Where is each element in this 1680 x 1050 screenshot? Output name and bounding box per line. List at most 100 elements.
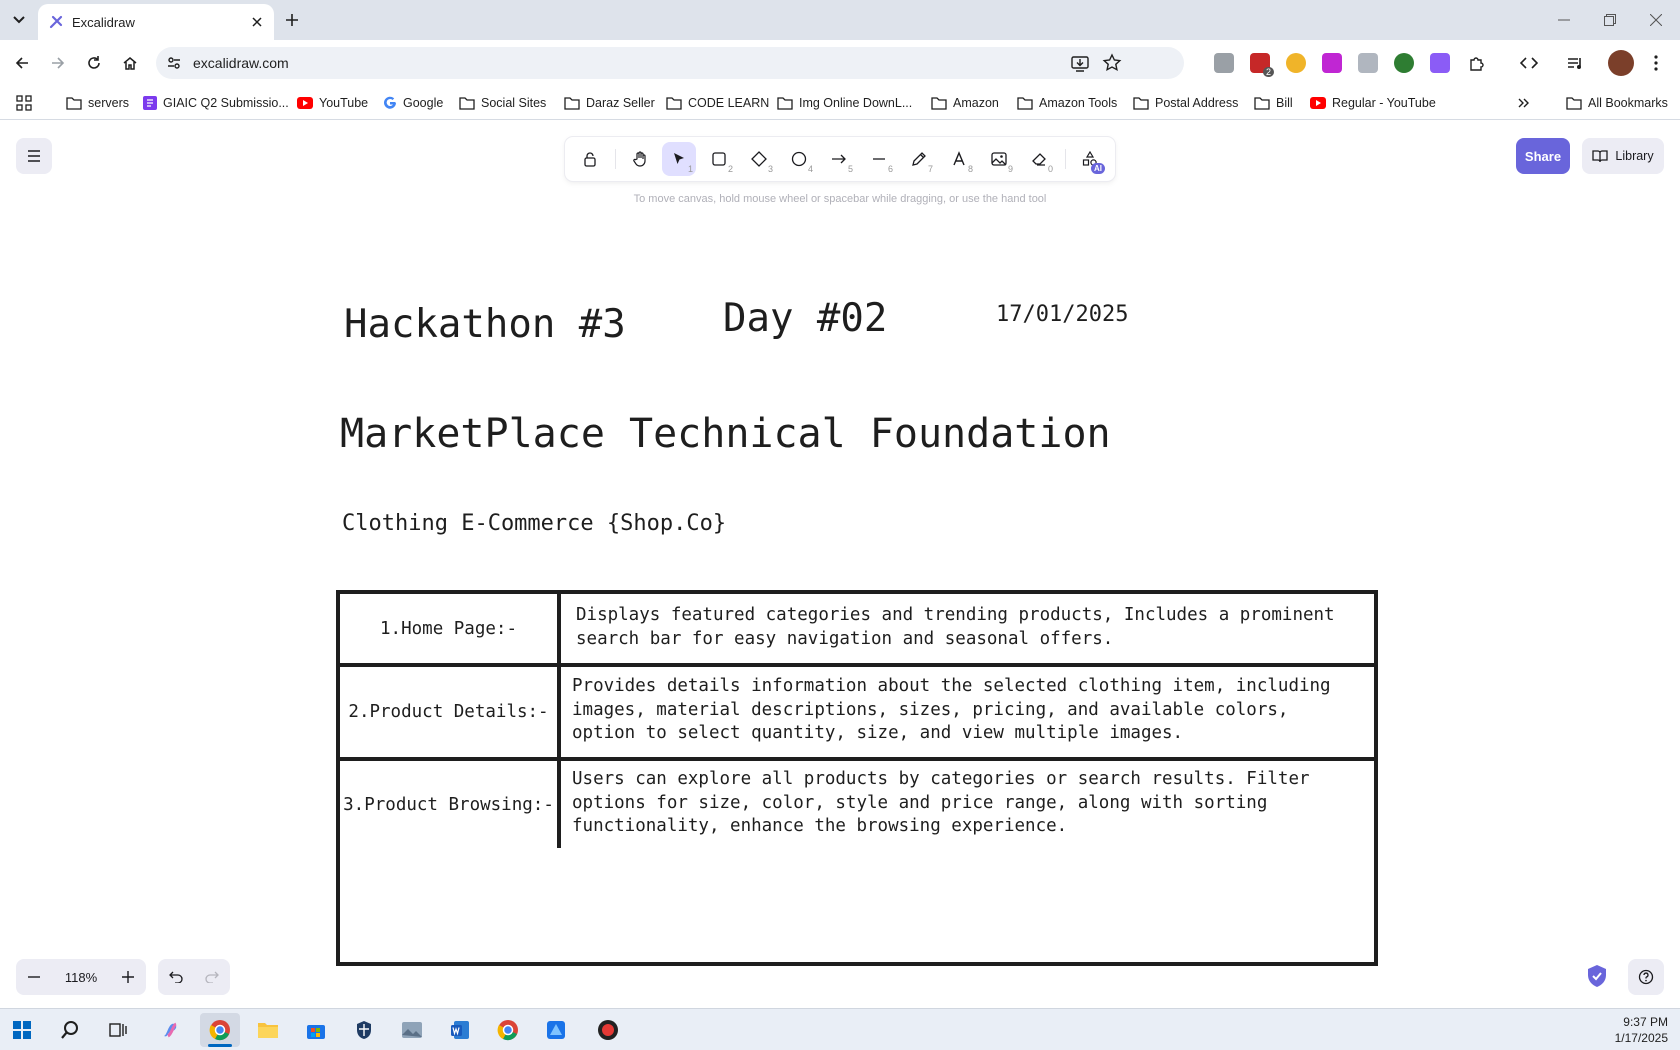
help-button[interactable]: [1628, 959, 1664, 995]
hand-tool-icon[interactable]: [623, 142, 657, 176]
bookmark-daraz-seller[interactable]: Daraz Seller: [564, 92, 655, 114]
url-text: excalidraw.com: [193, 55, 289, 71]
table-row[interactable]: 3.Product Browsing:- Users can explore a…: [340, 761, 1374, 848]
restore-icon[interactable]: [1600, 10, 1620, 30]
active-tab[interactable]: Excalidraw: [38, 4, 274, 40]
bookmark-star-icon[interactable]: [1102, 53, 1122, 73]
extension-globe-icon[interactable]: [1394, 53, 1414, 73]
canvas-hint: To move canvas, hold mouse wheel or spac…: [633, 193, 1047, 205]
zoom-out-icon[interactable]: [16, 959, 52, 995]
eraser-tool-icon[interactable]: 0: [1022, 142, 1056, 176]
bookmark-servers[interactable]: servers: [66, 92, 129, 114]
image-tool-icon[interactable]: 9: [982, 142, 1016, 176]
bookmark-amazon[interactable]: Amazon: [931, 92, 999, 114]
bookmark-social-sites[interactable]: Social Sites: [459, 92, 546, 114]
day-text[interactable]: Day #02: [723, 296, 887, 341]
extension-shield-icon[interactable]: 2: [1250, 53, 1274, 77]
extension-lock-icon[interactable]: [1286, 53, 1306, 73]
bookmark-regular-youtube[interactable]: Regular - YouTube: [1310, 92, 1436, 114]
site-settings-icon[interactable]: [166, 55, 182, 71]
file-explorer-icon[interactable]: [248, 1013, 288, 1047]
bookmark-youtube[interactable]: YouTube: [297, 92, 368, 114]
extension-download-icon[interactable]: [1322, 53, 1342, 73]
hackathon-text[interactable]: Hackathon #3: [344, 302, 626, 347]
home-icon[interactable]: [117, 50, 143, 76]
copilot-icon[interactable]: [150, 1013, 190, 1047]
table-row[interactable]: 2.Product Details:- Provides details inf…: [340, 667, 1374, 757]
chrome-taskbar-icon[interactable]: [200, 1013, 240, 1047]
media-queue-icon[interactable]: [1562, 50, 1588, 76]
forward-icon[interactable]: [45, 50, 71, 76]
ai-badge: AI: [1091, 163, 1105, 174]
folder-icon: [931, 96, 947, 110]
install-app-icon[interactable]: [1070, 53, 1090, 73]
extension-1-icon[interactable]: [1214, 53, 1234, 73]
more-bookmarks-icon[interactable]: [1518, 92, 1530, 114]
screen-recorder-icon[interactable]: [588, 1013, 628, 1047]
all-bookmarks[interactable]: All Bookmarks: [1566, 92, 1668, 114]
search-icon[interactable]: [50, 1013, 90, 1047]
bookmark-giaic[interactable]: GIAIC Q2 Submissio...: [143, 92, 289, 114]
folder-icon: [1017, 96, 1033, 110]
bookmark-amazon-tools[interactable]: Amazon Tools: [1017, 92, 1117, 114]
folder-icon: [66, 96, 82, 110]
encryption-shield-icon[interactable]: [1586, 964, 1608, 988]
ellipse-tool-icon[interactable]: 4: [782, 142, 816, 176]
lock-tool-icon[interactable]: [573, 142, 607, 176]
feature-label: 2.Product Details:-: [340, 667, 561, 757]
table-row[interactable]: 1.Home Page:- Displays featured categori…: [340, 594, 1374, 663]
diamond-tool-icon[interactable]: 3: [742, 142, 776, 176]
bookmark-code-learn[interactable]: CODE LEARN: [666, 92, 769, 114]
subtitle-text[interactable]: Clothing E-Commerce {Shop.Co}: [342, 511, 726, 536]
extensions-puzzle-icon[interactable]: [1464, 50, 1490, 76]
features-table[interactable]: 1.Home Page:- Displays featured categori…: [336, 590, 1378, 966]
bookmark-bill[interactable]: Bill: [1254, 92, 1293, 114]
folder-icon: [1254, 96, 1270, 110]
windows-start-icon[interactable]: [2, 1013, 42, 1047]
word-icon[interactable]: [440, 1013, 480, 1047]
zoom-in-icon[interactable]: [110, 959, 146, 995]
chrome-profile-icon[interactable]: [488, 1013, 528, 1047]
microsoft-store-icon[interactable]: [296, 1013, 336, 1047]
chrome-menu-icon[interactable]: [1643, 50, 1669, 76]
folder-icon: [1566, 96, 1582, 110]
extension-feather-icon[interactable]: [1430, 53, 1450, 73]
bookmark-img-online[interactable]: Img Online DownL...: [777, 92, 912, 114]
close-tab-icon[interactable]: [248, 13, 266, 31]
extension-photo-icon[interactable]: [1358, 53, 1378, 73]
library-button[interactable]: Library: [1582, 138, 1664, 174]
taskbar: 9:37 PM 1/17/2025: [0, 1008, 1680, 1050]
draw-tool-icon[interactable]: 7: [902, 142, 936, 176]
reload-icon[interactable]: [81, 50, 107, 76]
bookmark-google[interactable]: Google: [383, 92, 443, 114]
zoom-level[interactable]: 118%: [52, 959, 110, 995]
minimize-icon[interactable]: [1554, 10, 1574, 30]
feature-description: Users can explore all products by catego…: [572, 769, 1310, 836]
undo-icon[interactable]: [158, 959, 194, 995]
back-icon[interactable]: [9, 50, 35, 76]
more-tools-icon[interactable]: AI: [1073, 142, 1107, 176]
arrow-tool-icon[interactable]: 5: [822, 142, 856, 176]
apps-grid-icon[interactable]: [16, 92, 32, 114]
title-text[interactable]: MarketPlace Technical Foundation: [340, 411, 1111, 457]
selection-tool-icon[interactable]: 1: [662, 142, 696, 176]
system-clock[interactable]: 9:37 PM 1/17/2025: [1615, 1014, 1668, 1046]
text-tool-icon[interactable]: 8: [942, 142, 976, 176]
photos-app-icon[interactable]: [392, 1013, 432, 1047]
task-view-icon[interactable]: [98, 1013, 138, 1047]
close-window-icon[interactable]: [1646, 10, 1666, 30]
new-tab-button[interactable]: [282, 10, 302, 30]
rectangle-tool-icon[interactable]: 2: [702, 142, 736, 176]
main-menu-button[interactable]: [16, 138, 52, 174]
bookmark-postal-address[interactable]: Postal Address: [1133, 92, 1238, 114]
security-shield-icon[interactable]: [344, 1013, 384, 1047]
azure-app-icon[interactable]: [536, 1013, 576, 1047]
share-button[interactable]: Share: [1516, 138, 1570, 174]
tab-search-button[interactable]: [8, 10, 30, 30]
redo-icon[interactable]: [194, 959, 230, 995]
line-tool-icon[interactable]: 6: [862, 142, 896, 176]
address-bar[interactable]: excalidraw.com: [156, 47, 1184, 79]
devtools-code-icon[interactable]: [1516, 50, 1542, 76]
profile-avatar[interactable]: [1608, 50, 1634, 76]
date-text[interactable]: 17/01/2025: [996, 302, 1128, 327]
